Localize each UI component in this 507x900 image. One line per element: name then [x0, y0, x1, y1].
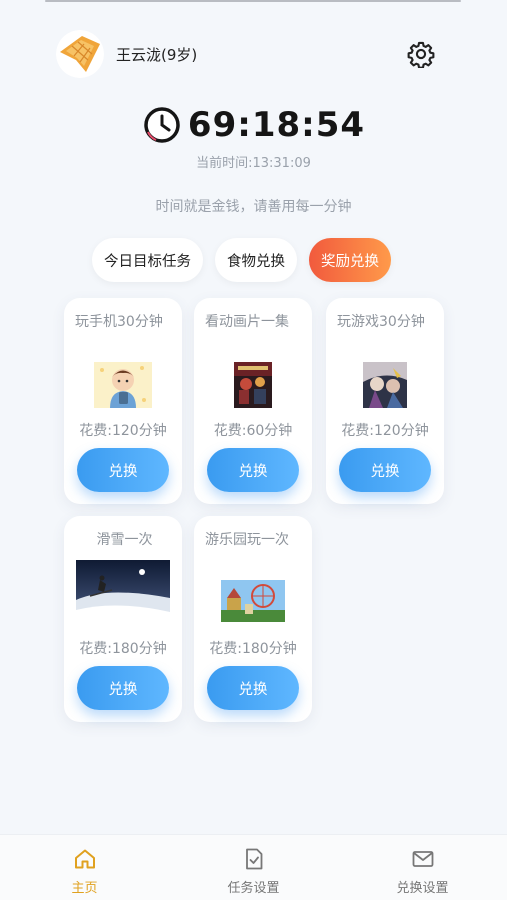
- avatar[interactable]: [56, 30, 104, 78]
- reward-title: 玩手机30分钟: [75, 314, 163, 330]
- nav-label: 任务设置: [227, 881, 280, 896]
- exchange-button[interactable]: 兑换: [77, 448, 169, 492]
- tab-bar: 今日目标任务 食物兑换 奖励兑换: [92, 238, 391, 282]
- countdown-value: 69:18:54: [187, 105, 366, 145]
- nav-label: 兑换设置: [396, 881, 449, 896]
- tab-reward-exchange[interactable]: 奖励兑换: [309, 238, 391, 282]
- nav-home[interactable]: 主页: [0, 835, 169, 900]
- mail-icon: [412, 851, 433, 867]
- top-divider: [45, 0, 461, 2]
- reward-card: 玩游戏30分钟 花费:120分钟 兑换: [326, 298, 444, 504]
- reward-card: 滑雪一次 花费:180分钟 兑换: [64, 516, 182, 722]
- game-art-image: [363, 362, 407, 408]
- reward-cost: 花费:180分钟: [79, 641, 167, 657]
- home-icon: [74, 849, 95, 869]
- exchange-button[interactable]: 兑换: [77, 666, 169, 710]
- amusement-park-photo-image: [221, 580, 285, 622]
- username: 王云泷(9岁): [116, 45, 198, 64]
- reward-card: 游乐园玩一次 花费:180分钟 兑换: [194, 516, 312, 722]
- countdown: 69:18:54: [0, 105, 507, 145]
- nav-task-settings[interactable]: 任务设置: [169, 835, 338, 900]
- nav-exchange-settings[interactable]: 兑换设置: [338, 835, 507, 900]
- nav-label: 主页: [71, 881, 98, 896]
- exchange-button[interactable]: 兑换: [207, 666, 299, 710]
- header: 王云泷(9岁): [56, 28, 435, 80]
- current-time: 当前时间:13:31:09: [196, 156, 311, 171]
- reward-title: 玩游戏30分钟: [337, 314, 425, 330]
- reward-cost: 花费:60分钟: [213, 423, 293, 439]
- task-check-icon: [245, 848, 262, 870]
- bottom-nav: 主页 任务设置 兑换设置: [0, 834, 507, 900]
- reward-cost: 花费:180分钟: [209, 641, 297, 657]
- skier-photo-image: [76, 560, 170, 622]
- gear-icon[interactable]: [407, 40, 435, 68]
- exchange-button[interactable]: 兑换: [207, 448, 299, 492]
- reward-card: 玩手机30分钟 花费:120分钟 兑换: [64, 298, 182, 504]
- reward-card: 看动画片一集 花费:60分钟 兑换: [194, 298, 312, 504]
- reward-title: 滑雪一次: [96, 532, 153, 548]
- tab-daily-tasks[interactable]: 今日目标任务: [92, 238, 203, 282]
- motto-text: 时间就是金钱，请善用每一分钟: [155, 199, 352, 215]
- reward-title: 游乐园玩一次: [205, 532, 289, 548]
- reward-cost: 花费:120分钟: [79, 423, 167, 439]
- tab-food-exchange[interactable]: 食物兑换: [215, 238, 297, 282]
- exchange-button[interactable]: 兑换: [339, 448, 431, 492]
- reward-title: 看动画片一集: [205, 314, 289, 330]
- cartoon-poster-image: [234, 362, 272, 408]
- reward-cost: 花费:120分钟: [341, 423, 429, 439]
- cartoon-boy-phone-image: [94, 362, 152, 408]
- clock-icon: [144, 107, 180, 143]
